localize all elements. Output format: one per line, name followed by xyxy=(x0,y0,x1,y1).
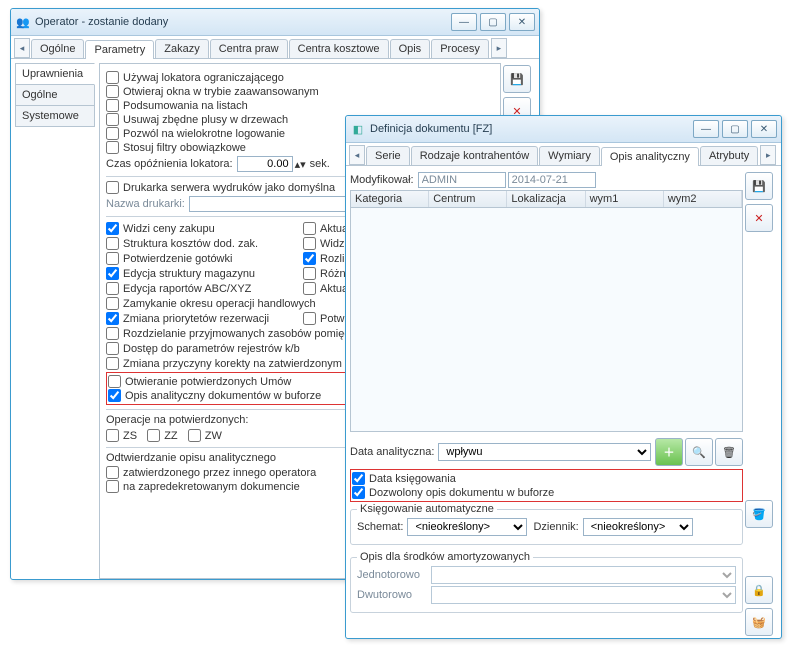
chk-zs[interactable]: ZS xyxy=(106,429,137,442)
tab-scroll-left[interactable]: ◂ xyxy=(349,145,365,165)
two-label: Dwutorowo xyxy=(357,589,427,601)
lock-icon: 🔒 xyxy=(752,584,766,597)
tab-opis[interactable]: Opis xyxy=(390,39,431,58)
tab-scroll-right[interactable]: ▸ xyxy=(491,38,507,58)
schema-select[interactable]: <nieokreślony> xyxy=(407,518,527,536)
close-button[interactable]: ✕ xyxy=(509,13,535,31)
delay-unit: sek. xyxy=(310,158,330,170)
delete-button[interactable]: 🗑 xyxy=(715,438,743,466)
chk-struktura-kosztow[interactable]: Struktura kosztów dod. zak. xyxy=(106,237,297,250)
tab-kontrahenci[interactable]: Rodzaje kontrahentów xyxy=(411,146,538,165)
side-tabs: Uprawnienia Ogólne Systemowe xyxy=(15,63,95,579)
dziennik-label: Dziennik: xyxy=(533,521,578,533)
tab-centra-kosztowe[interactable]: Centra kosztowe xyxy=(289,39,389,58)
app-icon: 👥 xyxy=(15,14,31,30)
tab-ogolne[interactable]: Ogólne xyxy=(31,39,84,58)
search-icon: 🔍 xyxy=(692,446,706,459)
one-select xyxy=(431,566,736,584)
col-wym1[interactable]: wym1 xyxy=(586,191,664,207)
save-button[interactable]: 💾 xyxy=(745,172,773,200)
chk-gotowka[interactable]: Potwierdzenie gotówki xyxy=(106,252,297,265)
dziennik-select[interactable]: <nieokreślony> xyxy=(583,518,693,536)
search-button[interactable]: 🔍 xyxy=(685,438,713,466)
tab-bar: ◂ Serie Rodzaje kontrahentów Wymiary Opi… xyxy=(346,143,781,166)
chk-zaawansowany[interactable]: Otwieraj okna w trybie zaawansowanym xyxy=(106,85,494,98)
mod-date xyxy=(508,172,596,188)
date-select[interactable]: wpływu xyxy=(438,443,651,461)
one-label: Jednotorowo xyxy=(357,569,427,581)
tab-opis-analityczny[interactable]: Opis analityczny xyxy=(601,147,699,166)
printer-name-label: Nazwa drukarki: xyxy=(106,198,185,210)
chk-podsumowania[interactable]: Podsumowania na listach xyxy=(106,99,494,112)
bucket-icon: 🪣 xyxy=(752,508,766,521)
tab-centra-praw[interactable]: Centra praw xyxy=(210,39,288,58)
sidetab-uprawnienia[interactable]: Uprawnienia xyxy=(15,63,95,85)
sidetab-ogolne[interactable]: Ogólne xyxy=(15,84,95,106)
chk-zz[interactable]: ZZ xyxy=(147,429,177,442)
tab-scroll-left[interactable]: ◂ xyxy=(14,38,30,58)
col-kategoria[interactable]: Kategoria xyxy=(351,191,429,207)
chk-priorytety[interactable]: Zmiana priorytetów rezerwacji xyxy=(106,312,297,325)
highlight-box-2: Data księgowania Dozwolony opis dokument… xyxy=(350,469,743,502)
titlebar[interactable]: ◧ Definicja dokumentu [FZ] — ▢ ✕ xyxy=(346,116,781,143)
cancel-button[interactable]: ✕ xyxy=(745,204,773,232)
delay-input[interactable] xyxy=(237,156,293,172)
col-centrum[interactable]: Centrum xyxy=(429,191,507,207)
definicja-window: ◧ Definicja dokumentu [FZ] — ▢ ✕ ◂ Serie… xyxy=(345,115,782,639)
add-button[interactable]: ＋ xyxy=(655,438,683,466)
chk-data-ksiegowania[interactable]: Data księgowania xyxy=(352,472,741,485)
lock-button[interactable]: 🔒 xyxy=(745,576,773,604)
tab-zakazy[interactable]: Zakazy xyxy=(155,39,208,58)
sidetab-systemowe[interactable]: Systemowe xyxy=(15,105,95,127)
chk-ceny-zakupu[interactable]: Widzi ceny zakupu xyxy=(106,222,297,235)
titlebar[interactable]: 👥 Operator - zostanie dodany — ▢ ✕ xyxy=(11,9,539,36)
chk-abcxyz[interactable]: Edycja raportów ABC/XYZ xyxy=(106,282,297,295)
basket-button[interactable]: 🧺 xyxy=(745,608,773,636)
window-title: Definicja dokumentu [FZ] xyxy=(370,123,693,135)
save-button[interactable]: 💾 xyxy=(503,65,531,93)
chk-zw[interactable]: ZW xyxy=(188,429,222,442)
minimize-button[interactable]: — xyxy=(693,120,719,138)
trash-icon: 🗑 xyxy=(722,446,736,459)
tab-parametry[interactable]: Parametry xyxy=(85,40,154,59)
tab-wymiary[interactable]: Wymiary xyxy=(539,146,600,165)
tab-serie[interactable]: Serie xyxy=(366,146,410,165)
grid[interactable]: Kategoria Centrum Lokalizacja wym1 wym2 xyxy=(350,190,743,432)
close-icon: ✕ xyxy=(754,212,763,225)
col-wym2[interactable]: wym2 xyxy=(664,191,742,207)
tab-atrybuty[interactable]: Atrybuty xyxy=(700,146,758,165)
chk-edycja-magazynu[interactable]: Edycja struktury magazynu xyxy=(106,267,297,280)
mod-label: Modyfikował: xyxy=(350,174,414,186)
delay-label: Czas opóźnienia lokatora: xyxy=(106,158,233,170)
fieldset-auto-booking: Księgowanie automatyczne Schemat: <nieok… xyxy=(350,509,743,545)
window-title: Operator - zostanie dodany xyxy=(35,16,451,28)
basket-icon: 🧺 xyxy=(752,616,766,629)
tab-scroll-right[interactable]: ▸ xyxy=(760,145,776,165)
maximize-button[interactable]: ▢ xyxy=(722,120,748,138)
legend-auto-booking: Księgowanie automatyczne xyxy=(357,503,497,515)
close-button[interactable]: ✕ xyxy=(751,120,777,138)
two-select xyxy=(431,586,736,604)
schema-label: Schemat: xyxy=(357,521,403,533)
date-label: Data analityczna: xyxy=(350,446,434,458)
fieldset-amort: Opis dla środków amortyzowanych Jednotor… xyxy=(350,557,743,613)
legend-amort: Opis dla środków amortyzowanych xyxy=(357,551,533,563)
tab-procesy[interactable]: Procesy xyxy=(431,39,489,58)
maximize-button[interactable]: ▢ xyxy=(480,13,506,31)
doc-icon: ◧ xyxy=(350,121,366,137)
tab-bar: ◂ Ogólne Parametry Zakazy Centra praw Ce… xyxy=(11,36,539,59)
save-icon: 💾 xyxy=(752,180,766,193)
bucket-button[interactable]: 🪣 xyxy=(745,500,773,528)
mod-user xyxy=(418,172,506,188)
minimize-button[interactable]: — xyxy=(451,13,477,31)
save-icon: 💾 xyxy=(510,73,524,86)
chk-lokator[interactable]: Używaj lokatora ograniczającego xyxy=(106,71,494,84)
col-lokalizacja[interactable]: Lokalizacja xyxy=(507,191,585,207)
chk-dozwolony-bufor[interactable]: Dozwolony opis dokumentu w buforze xyxy=(352,486,741,499)
plus-icon: ＋ xyxy=(664,444,675,460)
